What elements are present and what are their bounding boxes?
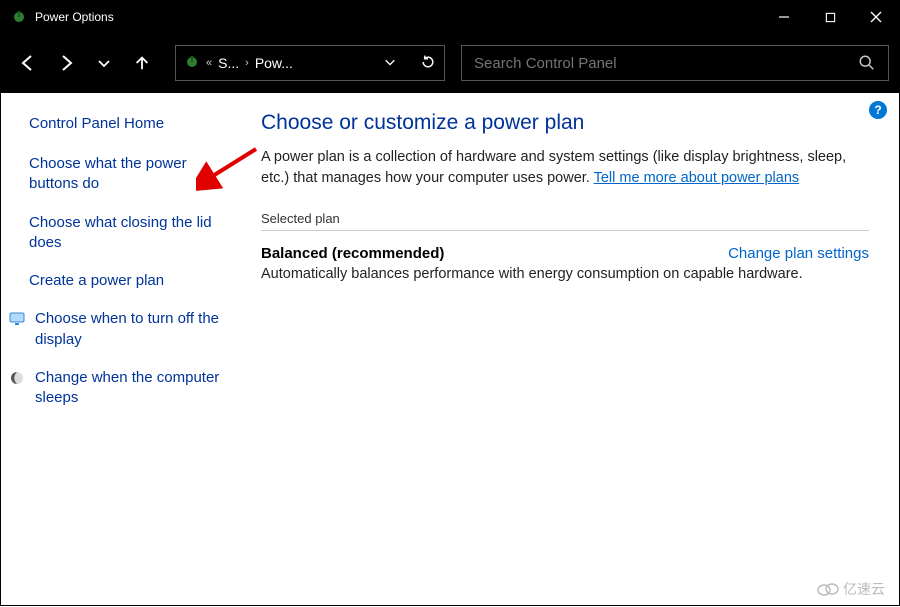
change-plan-settings-link[interactable]: Change plan settings <box>728 245 869 262</box>
power-options-icon <box>184 54 200 73</box>
sidebar-link-closing-lid[interactable]: Choose what closing the lid does <box>29 213 235 254</box>
search-input[interactable] <box>474 55 858 72</box>
recent-locations-button[interactable] <box>87 46 121 80</box>
maximize-button[interactable] <box>807 1 853 33</box>
breadcrumb-prefix: « <box>206 57 212 69</box>
plan-description: Automatically balances performance with … <box>261 266 869 282</box>
sidebar-link-computer-sleeps[interactable]: Change when the computer sleeps <box>29 368 235 409</box>
chevron-right-icon: › <box>245 57 249 69</box>
address-bar[interactable]: « S... › Pow... <box>175 45 445 81</box>
back-button[interactable] <box>11 46 45 80</box>
close-button[interactable] <box>853 1 899 33</box>
divider <box>261 230 869 231</box>
sidebar-item-label: Choose when to turn off the display <box>35 309 235 350</box>
search-icon[interactable] <box>858 54 876 72</box>
content-area: Control Panel Home Choose what the power… <box>1 93 899 607</box>
learn-more-link[interactable]: Tell me more about power plans <box>594 170 800 186</box>
minimize-button[interactable] <box>761 1 807 33</box>
plan-row: Balanced (recommended) Change plan setti… <box>261 245 869 262</box>
monitor-icon <box>9 311 25 327</box>
section-label: Selected plan <box>261 211 869 226</box>
forward-button[interactable] <box>49 46 83 80</box>
watermark: 亿速云 <box>817 579 885 599</box>
plan-name: Balanced (recommended) <box>261 245 444 262</box>
titlebar: Power Options <box>1 1 899 33</box>
control-panel-home-link[interactable]: Control Panel Home <box>29 115 235 132</box>
breadcrumb-segment[interactable]: S... <box>218 55 239 71</box>
sidebar-item-label: Change when the computer sleeps <box>35 368 235 409</box>
sidebar-item-label: Create a power plan <box>29 271 164 291</box>
search-box[interactable] <box>461 45 889 81</box>
power-options-icon <box>11 9 27 25</box>
sidebar-link-turn-off-display[interactable]: Choose when to turn off the display <box>29 309 235 350</box>
chevron-down-icon[interactable] <box>384 55 396 71</box>
sidebar-item-label: Choose what closing the lid does <box>29 213 235 254</box>
navbar: « S... › Pow... <box>1 33 899 93</box>
sidebar-item-label: Choose what the power buttons do <box>29 154 235 195</box>
page-heading: Choose or customize a power plan <box>261 111 869 135</box>
main-panel: Choose or customize a power plan A power… <box>251 93 899 607</box>
refresh-button[interactable] <box>420 54 436 73</box>
moon-icon <box>9 370 25 386</box>
sidebar-link-create-plan[interactable]: Create a power plan <box>29 271 235 291</box>
page-description: A power plan is a collection of hardware… <box>261 147 869 189</box>
sidebar-link-power-buttons[interactable]: Choose what the power buttons do <box>29 154 235 195</box>
up-button[interactable] <box>125 46 159 80</box>
sidebar: Control Panel Home Choose what the power… <box>1 93 251 607</box>
watermark-text: 亿速云 <box>843 579 885 599</box>
breadcrumb-segment[interactable]: Pow... <box>255 55 293 71</box>
window-title: Power Options <box>35 10 114 24</box>
